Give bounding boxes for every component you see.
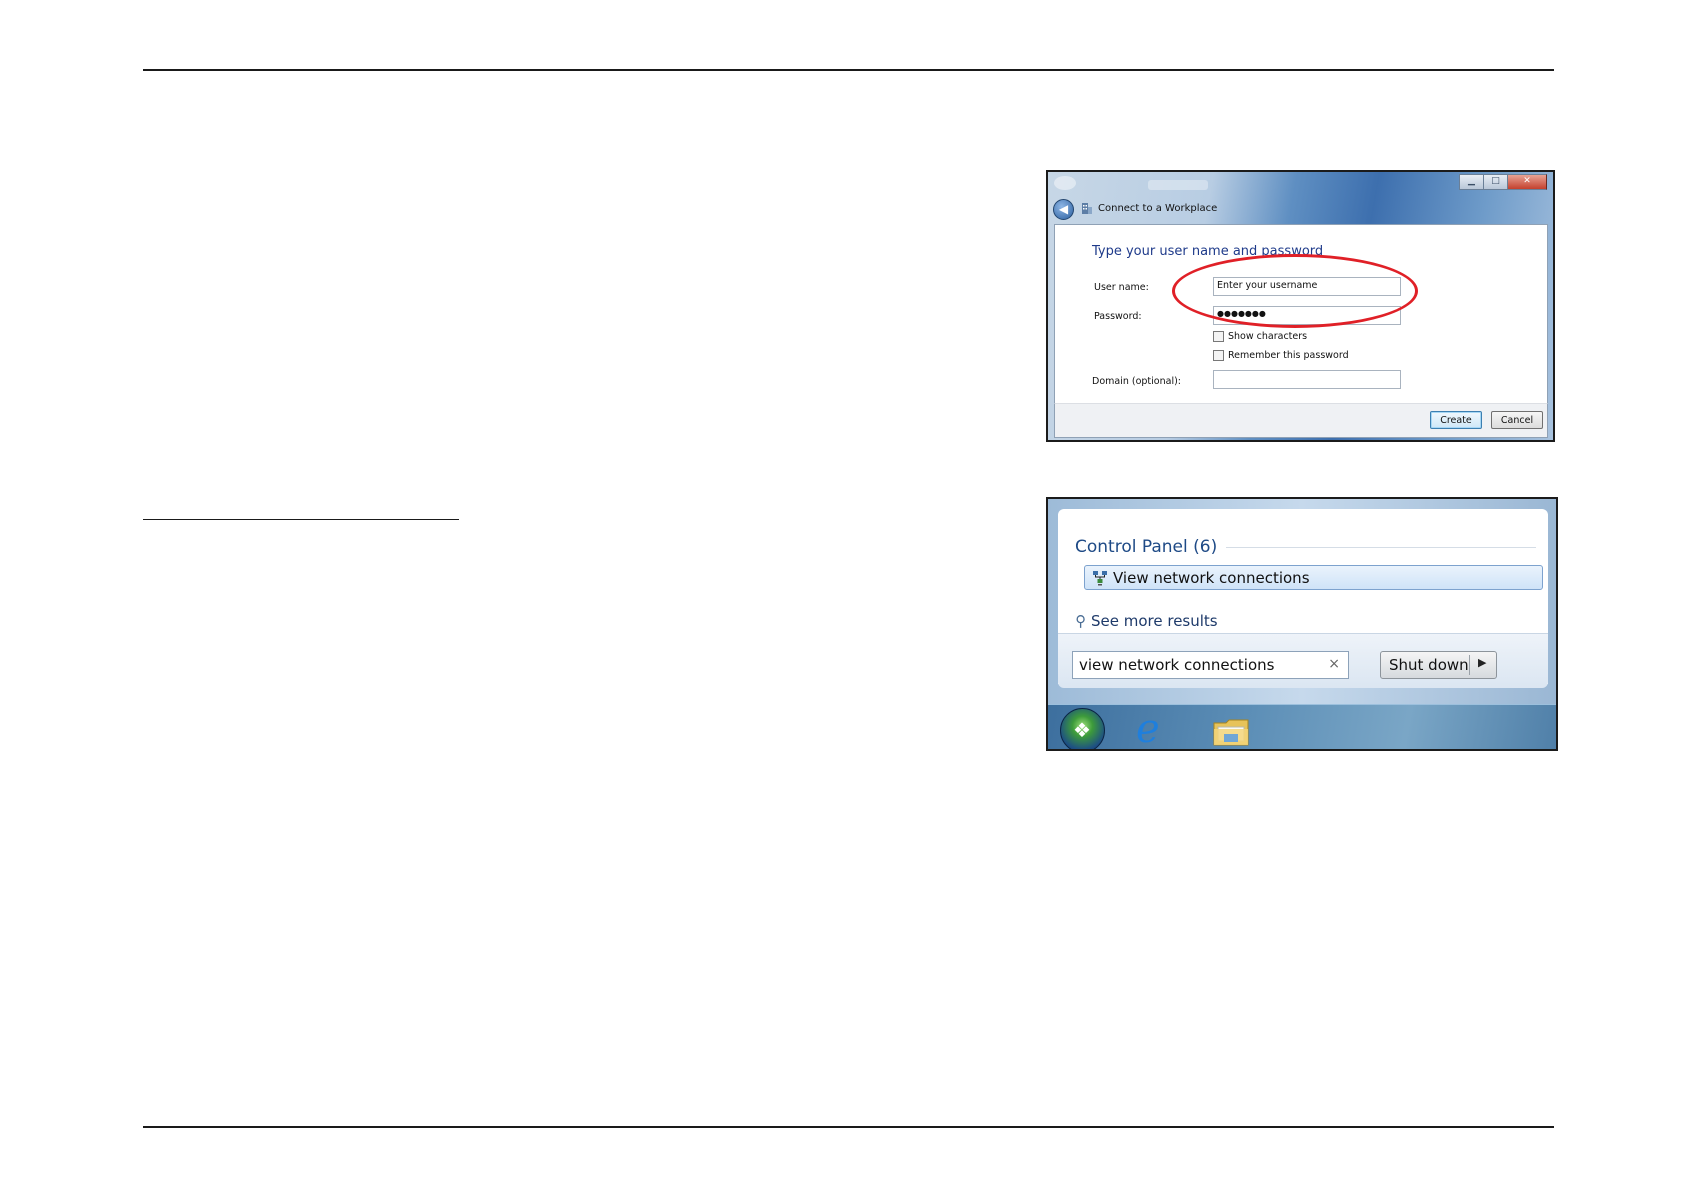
network-connections-icon xyxy=(1093,571,1107,586)
checkbox-box[interactable] xyxy=(1213,331,1224,342)
file-explorer-icon[interactable] xyxy=(1212,717,1250,747)
button-divider xyxy=(1469,655,1470,675)
title-ghost xyxy=(1054,176,1076,190)
username-label: User name: xyxy=(1094,282,1149,293)
cancel-button[interactable]: Cancel xyxy=(1491,411,1543,429)
search-text: view network connections xyxy=(1079,656,1275,674)
start-search-input[interactable]: view network connections × xyxy=(1072,651,1349,679)
window-controls: ▁ □ ✕ xyxy=(1459,174,1547,190)
control-panel-heading: Control Panel (6) xyxy=(1075,537,1218,557)
remember-password-checkbox[interactable]: Remember this password xyxy=(1213,350,1349,361)
result-view-network-connections[interactable]: View network connections xyxy=(1084,565,1543,590)
shut-down-options-arrow-icon[interactable]: ▶ xyxy=(1478,656,1486,669)
shut-down-label: Shut down xyxy=(1389,656,1469,674)
section-underline xyxy=(143,519,459,520)
minimize-button[interactable]: ▁ xyxy=(1459,174,1483,190)
password-label: Password: xyxy=(1094,311,1142,322)
maximize-button[interactable]: □ xyxy=(1483,174,1507,190)
internet-explorer-icon[interactable]: e xyxy=(1136,707,1160,749)
close-button[interactable]: ✕ xyxy=(1507,174,1547,190)
taskbar: ❖ e xyxy=(1048,704,1556,749)
show-characters-label: Show characters xyxy=(1228,331,1308,342)
back-arrow-icon[interactable]: ◀ xyxy=(1053,199,1074,220)
show-characters-checkbox[interactable]: Show characters xyxy=(1213,331,1307,342)
domain-field[interactable] xyxy=(1213,370,1401,389)
see-more-label: See more results xyxy=(1091,612,1218,630)
create-button[interactable]: Create xyxy=(1430,411,1482,429)
bottom-rule xyxy=(143,1126,1554,1128)
workplace-icon xyxy=(1082,203,1092,214)
dialog-title: Connect to a Workplace xyxy=(1098,203,1218,214)
start-menu: Control Panel (6) View network connectio… xyxy=(1046,497,1558,751)
title-ghost-bar xyxy=(1148,180,1208,190)
highlight-oval xyxy=(1172,254,1418,328)
clear-search-icon[interactable]: × xyxy=(1328,656,1340,672)
top-rule xyxy=(143,69,1554,71)
dialog-footer: Create Cancel xyxy=(1054,403,1548,438)
checkbox-box[interactable] xyxy=(1213,350,1224,361)
remember-password-label: Remember this password xyxy=(1228,350,1349,361)
shut-down-button[interactable]: Shut down ▶ xyxy=(1380,651,1497,679)
heading-divider xyxy=(1226,547,1536,548)
magnifier-icon: ⚲ xyxy=(1075,612,1086,630)
see-more-results-link[interactable]: ⚲ See more results xyxy=(1075,612,1218,630)
result-label: View network connections xyxy=(1113,569,1310,587)
start-orb-icon[interactable]: ❖ xyxy=(1060,708,1105,749)
domain-label: Domain (optional): xyxy=(1092,376,1181,387)
